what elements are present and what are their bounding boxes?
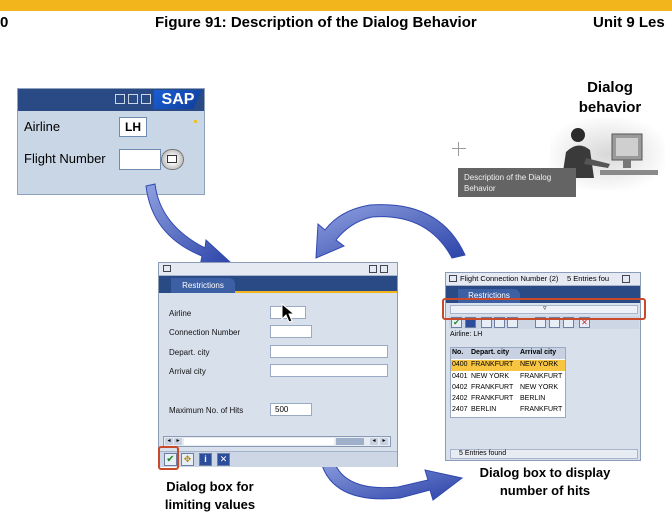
col-arrival-city[interactable]: Arrival city (520, 349, 556, 356)
dialog-menu-icon[interactable] (449, 275, 457, 282)
restrictions-toolbar: ✔ ✥ i ✕ (159, 451, 397, 467)
scroll-right-end-icon[interactable]: ▸ (380, 438, 388, 445)
depart-city-label: Depart. city (169, 348, 210, 357)
row-arr: NEW YORK (520, 361, 558, 368)
cancel-x-icon[interactable]: ✕ (217, 453, 230, 466)
info-icon[interactable]: i (199, 453, 212, 466)
hits-count-title: 5 Entries fou (567, 274, 610, 283)
close-icon[interactable] (622, 275, 630, 283)
hits-titlebar: Flight Connection Number (2) 5 Entries f… (446, 273, 640, 286)
restrictions-dialog: Restrictions Airline Connection Number D… (158, 262, 398, 467)
arrow-loop-back (315, 204, 466, 259)
row-no: 0402 (452, 384, 468, 391)
multiple-selection-icon[interactable]: ✥ (181, 453, 194, 466)
row-dep: FRANKFURT (471, 384, 514, 391)
dialog-menu-icon[interactable] (163, 265, 171, 272)
max-hits-label: Maximum No. of Hits (169, 406, 244, 415)
table-row[interactable]: 2402 FRANKFURT BERLIN (451, 394, 565, 405)
restrictions-tab-strip: Restrictions (159, 276, 397, 293)
status-bar: 5 Entries found (450, 449, 638, 459)
horizontal-scrollbar[interactable]: ◂ ▸ ◂ ▸ (163, 436, 391, 447)
table-row[interactable]: 0400 FRANKFURT NEW YORK (451, 360, 565, 371)
row-no: 0400 (452, 361, 468, 368)
row-arr: BERLIN (520, 395, 546, 402)
hits-table: No. Depart. city Arrival city 0400 FRANK… (450, 347, 566, 418)
scroll-left-icon[interactable]: ◂ (165, 438, 173, 445)
hits-caption-line1: Dialog box to display (479, 465, 611, 480)
restrictions-caption-line2: limiting values (164, 497, 256, 512)
row-dep: NEW YORK (471, 373, 509, 380)
scroll-right-icon[interactable]: ▸ (174, 438, 182, 445)
minimize-icon[interactable] (369, 265, 377, 273)
restrictions-caption-line1: Dialog box for (166, 479, 254, 494)
restrictions-caption: Dialog box for limiting values (150, 478, 270, 514)
row-no: 2402 (452, 395, 468, 402)
tab-restrictions[interactable]: Restrictions (171, 278, 235, 293)
arrow-to-restrictions (145, 183, 232, 267)
connection-number-label: Connection Number (169, 328, 241, 337)
row-dep: BERLIN (471, 406, 497, 413)
max-hits-field[interactable]: 500 (270, 403, 312, 416)
table-row[interactable]: 0402 FRANKFURT NEW YORK (451, 383, 565, 394)
hits-caption: Dialog box to display number of hits (460, 464, 630, 500)
row-arr: FRANKFURT (520, 373, 563, 380)
tab-underline (235, 291, 397, 293)
table-row[interactable]: 2407 BERLIN FRANKFURT (451, 405, 565, 416)
row-no: 2407 (452, 406, 468, 413)
row-dep: FRANKFURT (471, 395, 514, 402)
row-dep: FRANKFURT (471, 361, 514, 368)
restrictions-titlebar (159, 263, 397, 276)
arrival-city-label: Arrival city (169, 367, 206, 376)
scroll-thumb[interactable] (336, 438, 364, 445)
row-arr: FRANKFURT (520, 406, 563, 413)
hits-caption-line2: number of hits (499, 483, 591, 498)
hits-title: Flight Connection Number (2) (460, 274, 559, 283)
scroll-left-end-icon[interactable]: ◂ (370, 438, 378, 445)
confirm-button-highlight (158, 446, 179, 470)
col-no[interactable]: No. (452, 349, 463, 356)
restrictions-bar-highlight (442, 298, 646, 320)
row-arr: NEW YORK (520, 384, 558, 391)
scroll-track (184, 438, 334, 445)
entries-found-status: 5 Entries found (459, 450, 507, 457)
close-icon[interactable] (380, 265, 388, 273)
col-depart-city[interactable]: Depart. city (471, 349, 509, 356)
connection-number-field[interactable] (270, 325, 312, 338)
table-header: No. Depart. city Arrival city (451, 348, 565, 359)
mouse-pointer-icon (281, 303, 295, 323)
table-row[interactable]: 0401 NEW YORK FRANKFURT (451, 372, 565, 383)
airline-filter-label: Airline: LH (450, 331, 483, 338)
depart-city-field[interactable] (270, 345, 388, 358)
airline-field-label: Airline (169, 309, 192, 318)
row-no: 0401 (452, 373, 468, 380)
arrival-city-field[interactable] (270, 364, 388, 377)
